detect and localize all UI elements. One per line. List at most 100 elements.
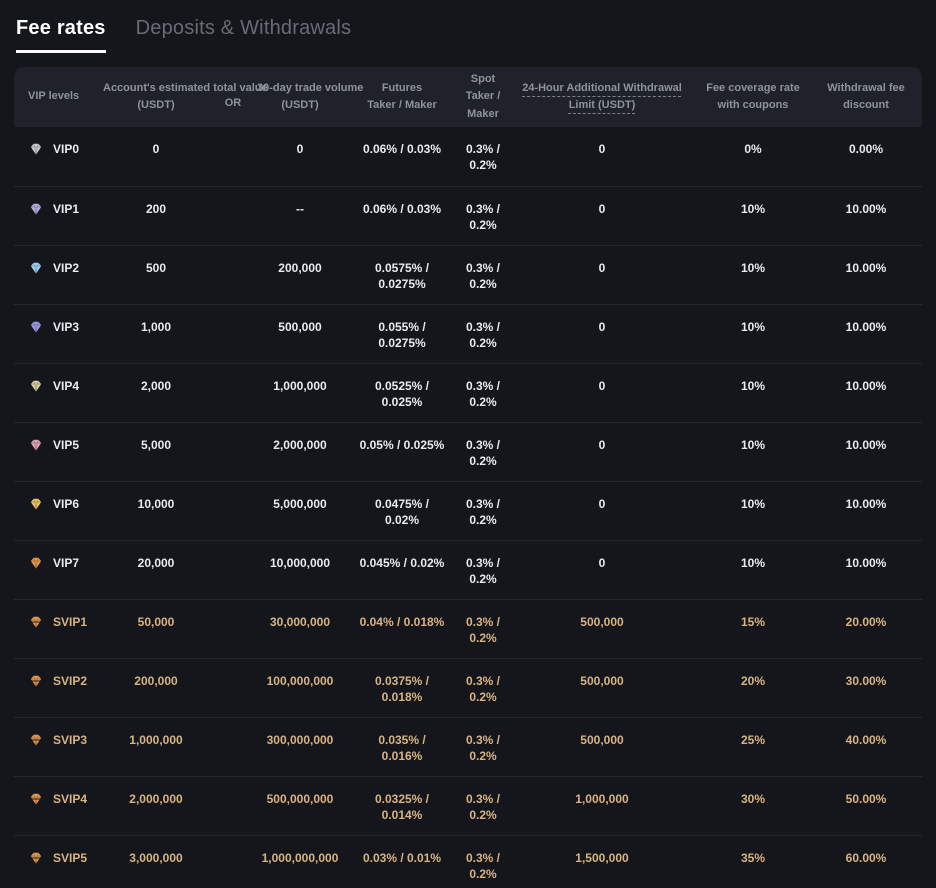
cell-coverage: 10% [696,481,810,540]
cell-withdrawal-limit: 0 [508,304,696,363]
cell-withdrawal-limit: 0 [508,481,696,540]
table-row: VIP3 1,000 500,000 0.055% / 0.0275% 0.3%… [14,304,922,363]
cell-vip-level: SVIP3 [14,717,100,776]
tab-fee-rates[interactable]: Fee rates [16,17,106,53]
cell-futures: 0.035% / 0.016% [346,717,458,776]
table-row: VIP4 2,000 1,000,000 0.0525% / 0.025% 0.… [14,363,922,422]
vip-level-label: VIP5 [53,437,79,453]
tab-deposits-withdrawals[interactable]: Deposits & Withdrawals [136,17,352,50]
cell-discount: 0.00% [810,127,922,186]
cell-spot: 0.3% / 0.2% [458,540,508,599]
cell-est-value: 200,000 [100,658,212,717]
cell-futures: 0.0325% / 0.014% [346,776,458,835]
cell-withdrawal-limit: 1,000,000 [508,776,696,835]
header-spot: Spot Taker / Maker [458,67,508,127]
cell-futures: 0.05% / 0.025% [346,422,458,481]
cell-spot: 0.3% / 0.2% [458,776,508,835]
cell-futures: 0.06% / 0.03% [346,127,458,186]
table-row: SVIP4 2,000,000 500,000,000 0.0325% / 0.… [14,776,922,835]
vip-level-label: VIP3 [53,319,79,335]
cell-or-spacer [212,422,254,481]
cell-withdrawal-limit: 0 [508,245,696,304]
header-or: OR [212,67,254,127]
vip-gem-icon [28,555,44,571]
cell-vip-level: SVIP5 [14,835,100,888]
cell-est-value: 500 [100,245,212,304]
cell-discount: 30.00% [810,658,922,717]
cell-discount: 50.00% [810,776,922,835]
cell-discount: 10.00% [810,363,922,422]
cell-or-spacer [212,835,254,888]
cell-withdrawal-limit: 0 [508,186,696,245]
vip-level-label: VIP1 [53,201,79,217]
withdrawal-limit-tooltip-trigger[interactable]: 24-Hour Additional Withdrawal Limit (USD… [522,82,682,111]
cell-spot: 0.3% / 0.2% [458,835,508,888]
fee-table-body: VIP0 0 0 0.06% / 0.03% 0.3% / 0.2% 0 0% … [14,127,922,888]
cell-or-spacer [212,776,254,835]
cell-discount: 10.00% [810,481,922,540]
vip-gem-icon [28,614,44,630]
cell-futures: 0.0475% / 0.02% [346,481,458,540]
cell-trade-volume: 200,000 [254,245,346,304]
cell-trade-volume: 500,000 [254,304,346,363]
cell-withdrawal-limit: 0 [508,422,696,481]
cell-or-spacer [212,304,254,363]
cell-or-spacer [212,127,254,186]
cell-trade-volume: 2,000,000 [254,422,346,481]
cell-est-value: 5,000 [100,422,212,481]
header-withdrawal-limit: 24-Hour Additional Withdrawal Limit (USD… [508,67,696,127]
table-row: SVIP5 3,000,000 1,000,000,000 0.03% / 0.… [14,835,922,888]
cell-spot: 0.3% / 0.2% [458,599,508,658]
cell-est-value: 2,000 [100,363,212,422]
cell-trade-volume: 1,000,000 [254,363,346,422]
cell-discount: 10.00% [810,186,922,245]
table-row: VIP7 20,000 10,000,000 0.045% / 0.02% 0.… [14,540,922,599]
cell-trade-volume: 500,000,000 [254,776,346,835]
cell-est-value: 2,000,000 [100,776,212,835]
cell-futures: 0.04% / 0.018% [346,599,458,658]
cell-trade-volume: -- [254,186,346,245]
header-discount: Withdrawal fee discount [810,67,922,127]
cell-or-spacer [212,481,254,540]
vip-level-label: SVIP2 [53,673,87,689]
header-coverage: Fee coverage rate with coupons [696,67,810,127]
tab-bar: Fee rates Deposits & Withdrawals [0,0,936,53]
table-row: VIP2 500 200,000 0.0575% / 0.0275% 0.3% … [14,245,922,304]
cell-coverage: 20% [696,658,810,717]
cell-est-value: 1,000,000 [100,717,212,776]
table-row: SVIP3 1,000,000 300,000,000 0.035% / 0.0… [14,717,922,776]
cell-vip-level: SVIP1 [14,599,100,658]
cell-trade-volume: 10,000,000 [254,540,346,599]
cell-withdrawal-limit: 0 [508,540,696,599]
cell-est-value: 3,000,000 [100,835,212,888]
cell-spot: 0.3% / 0.2% [458,422,508,481]
cell-withdrawal-limit: 500,000 [508,658,696,717]
cell-vip-level: SVIP4 [14,776,100,835]
fee-rates-table: VIP levels Account's estimated total val… [14,67,922,888]
vip-level-label: VIP2 [53,260,79,276]
vip-gem-icon [28,141,44,157]
table-row: VIP0 0 0 0.06% / 0.03% 0.3% / 0.2% 0 0% … [14,127,922,186]
table-row: VIP6 10,000 5,000,000 0.0475% / 0.02% 0.… [14,481,922,540]
cell-discount: 20.00% [810,599,922,658]
vip-level-label: SVIP1 [53,614,87,630]
table-row: VIP1 200 -- 0.06% / 0.03% 0.3% / 0.2% 0 … [14,186,922,245]
cell-discount: 10.00% [810,540,922,599]
cell-or-spacer [212,599,254,658]
vip-level-label: SVIP5 [53,850,87,866]
cell-spot: 0.3% / 0.2% [458,245,508,304]
cell-vip-level: VIP4 [14,363,100,422]
cell-est-value: 50,000 [100,599,212,658]
cell-discount: 10.00% [810,422,922,481]
cell-withdrawal-limit: 500,000 [508,717,696,776]
cell-est-value: 200 [100,186,212,245]
cell-or-spacer [212,363,254,422]
vip-level-label: SVIP3 [53,732,87,748]
cell-withdrawal-limit: 500,000 [508,599,696,658]
vip-gem-icon [28,201,44,217]
table-header-row: VIP levels Account's estimated total val… [14,67,922,127]
vip-gem-icon [28,319,44,335]
cell-vip-level: SVIP2 [14,658,100,717]
cell-spot: 0.3% / 0.2% [458,127,508,186]
cell-vip-level: VIP1 [14,186,100,245]
